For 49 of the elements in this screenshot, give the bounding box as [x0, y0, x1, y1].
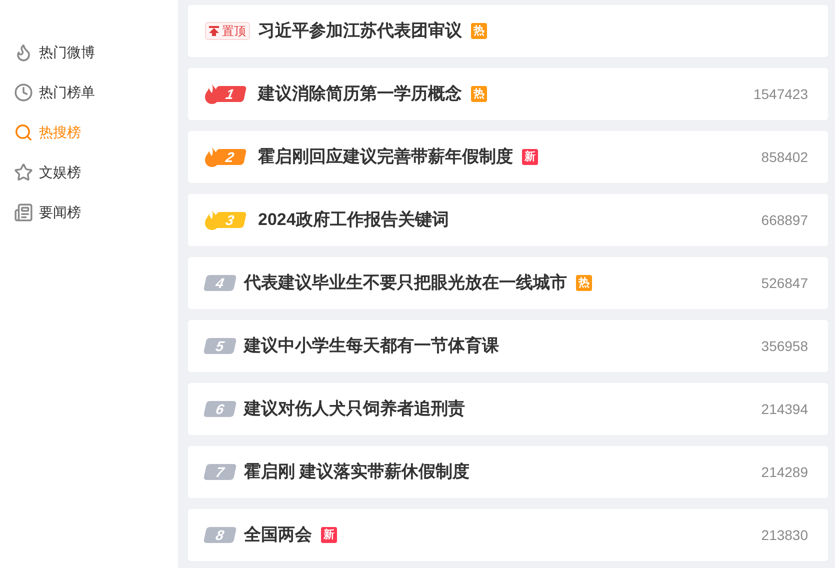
hot-search-card[interactable]: 4 代表建议毕业生不要只把眼光放在一线城市 热 526847 [188, 257, 828, 309]
pinned-badge: 置顶 [205, 22, 250, 40]
heat-count: 1547423 [753, 84, 808, 104]
flame-icon [14, 42, 33, 62]
hot-search-card[interactable]: 置顶 习近平参加江苏代表团审议 热 [188, 5, 828, 57]
topic-title: 建议对伤人犬只饲养者追刑责 [244, 398, 465, 420]
flame-icon [205, 147, 219, 167]
heat-count: 214289 [761, 462, 808, 482]
hot-search-card[interactable]: 1 建议消除简历第一学历概念 热 1547423 [188, 68, 828, 120]
tag-badge: 新 [321, 527, 337, 543]
heat-count: 213830 [761, 526, 808, 544]
flame-icon [205, 84, 219, 104]
tag-badge: 热 [576, 275, 592, 291]
sidebar-item[interactable]: 要闻榜 [0, 192, 178, 232]
hot-search-card[interactable]: 7 霍启刚 建议落实带薪休假制度 214289 [188, 446, 828, 498]
rank-badge: 6 [203, 401, 237, 417]
rank-badge: 8 [203, 527, 237, 543]
sidebar-item[interactable]: 热门榜单 [0, 72, 178, 112]
topic-title: 全国两会 [244, 524, 312, 546]
heat-count: 356958 [761, 336, 808, 356]
topic-title: 代表建议毕业生不要只把眼光放在一线城市 [244, 272, 567, 294]
hot-search-card[interactable]: 3 2024政府工作报告关键词 668897 [188, 194, 828, 246]
hot-search-card[interactable]: 5 建议中小学生每天都有一节体育课 356958 [188, 320, 828, 372]
topic-title: 习近平参加江苏代表团审议 [258, 20, 462, 42]
tag-badge: 新 [522, 149, 538, 165]
tag-badge: 热 [471, 23, 487, 39]
hot-search-card[interactable]: 2 霍启刚回应建议完善带薪年假制度 新 858402 [188, 131, 828, 183]
heat-count: 526847 [761, 274, 808, 292]
flame-icon [205, 210, 219, 230]
sidebar-item[interactable]: 文娱榜 [0, 152, 178, 192]
clock-icon [14, 82, 33, 102]
hot-search-card[interactable]: 6 建议对伤人犬只饲养者追刑责 214394 [188, 383, 828, 435]
tag-badge: 热 [471, 86, 487, 102]
star-icon [14, 162, 33, 182]
topic-title: 建议消除简历第一学历概念 [258, 83, 462, 106]
search-icon [14, 122, 33, 142]
topic-title: 2024政府工作报告关键词 [258, 209, 449, 232]
topic-title: 霍启刚 建议落实带薪休假制度 [244, 461, 470, 484]
topic-title: 建议中小学生每天都有一节体育课 [244, 335, 499, 358]
topic-title: 霍启刚回应建议完善带薪年假制度 [258, 146, 513, 168]
rank-badge: 5 [203, 338, 237, 354]
heat-count: 214394 [761, 400, 808, 418]
document-icon [14, 202, 33, 222]
heat-count: 858402 [761, 148, 808, 166]
rank-badge: 4 [203, 275, 237, 291]
rank-badge: 7 [203, 464, 237, 480]
heat-count: 668897 [761, 210, 808, 230]
hot-search-card[interactable]: 8 全国两会 新 213830 [188, 509, 828, 561]
sidebar-item[interactable]: 热门微博 [0, 32, 178, 72]
